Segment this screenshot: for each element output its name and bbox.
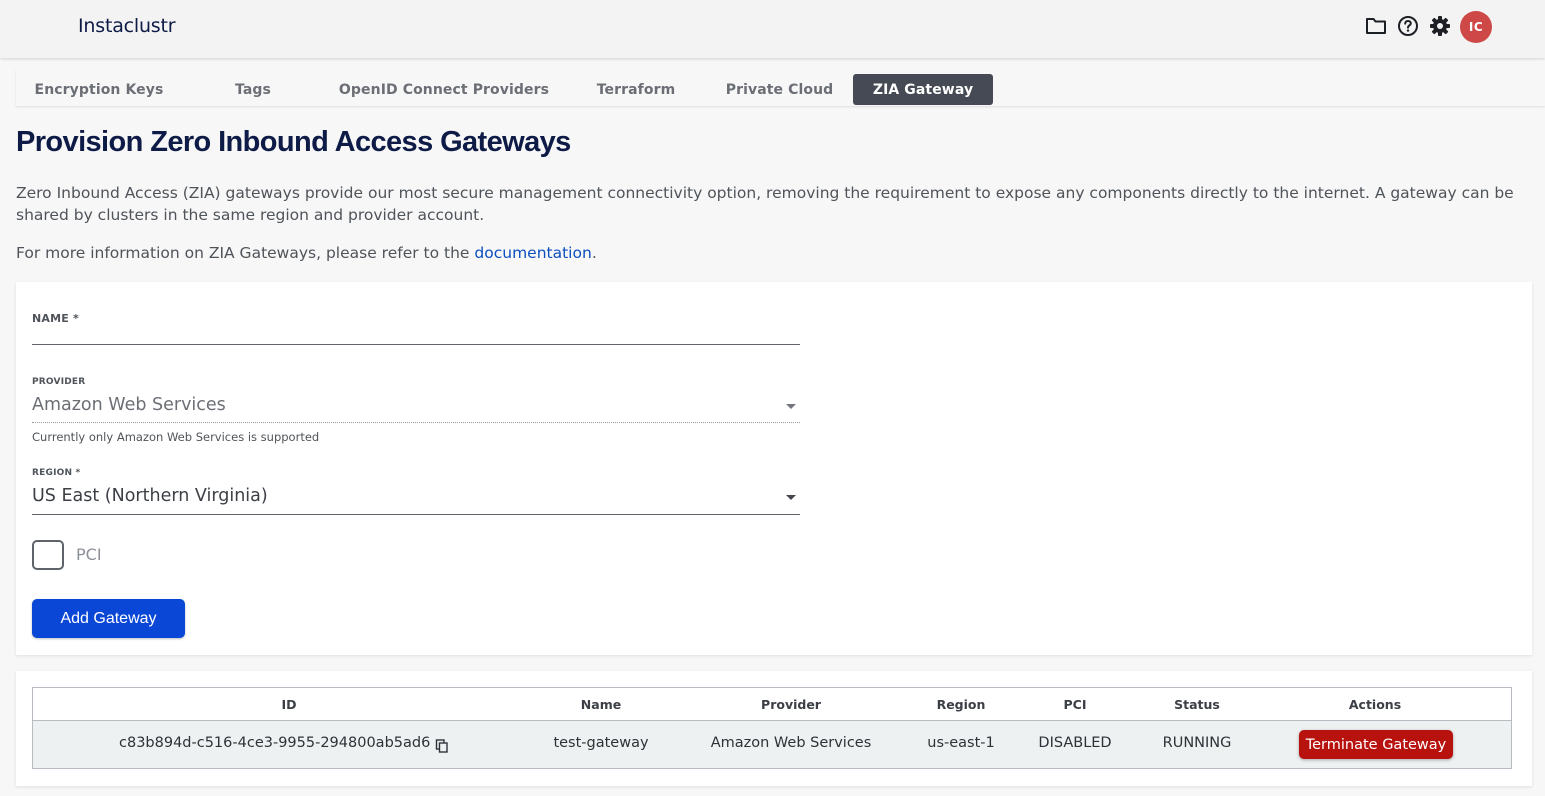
tab-private-cloud[interactable]: Private Cloud: [708, 74, 851, 105]
gateway-pci: DISABLED: [1038, 735, 1112, 751]
column-header-actions: Actions: [1348, 697, 1402, 712]
column-header-id: ID: [281, 697, 297, 712]
column-header-name: Name: [580, 697, 622, 712]
copy-icon[interactable]: [435, 738, 449, 753]
provider-select-underline: [32, 422, 800, 423]
gear-icon[interactable]: [1428, 14, 1452, 38]
avatar[interactable]: IC: [1460, 11, 1492, 43]
add-gateway-button[interactable]: Add Gateway: [32, 599, 185, 638]
column-header-region: Region: [936, 697, 986, 712]
provider-label: PROVIDER: [32, 377, 86, 387]
name-input-underline: [32, 344, 800, 345]
documentation-link[interactable]: documentation: [474, 244, 591, 262]
tab-encryption-keys[interactable]: Encryption Keys: [16, 74, 182, 105]
info-suffix: .: [591, 244, 597, 262]
gateway-provider: Amazon Web Services: [710, 735, 872, 751]
settings-tabs: Encryption Keys Tags OpenID Connect Prov…: [16, 69, 1545, 106]
provider-chevron-down-icon: [786, 404, 796, 409]
page-title: Provision Zero Inbound Access Gateways: [16, 126, 571, 158]
region-select[interactable]: US East (Northern Virginia): [32, 486, 268, 506]
name-input[interactable]: [32, 322, 800, 344]
info-text: For more information on ZIA Gateways, pl…: [16, 242, 597, 264]
tab-tags[interactable]: Tags: [182, 74, 324, 105]
terminate-gateway-button[interactable]: Terminate Gateway: [1299, 730, 1453, 759]
column-header-provider: Provider: [761, 697, 821, 712]
table-row: c83b894d-c516-4ce3-9955-294800ab5ad6 tes…: [33, 721, 1511, 768]
top-bar: Instaclustr IC: [0, 0, 1545, 58]
tab-zia-gateway[interactable]: ZIA Gateway: [853, 74, 993, 105]
provider-select: Amazon Web Services: [32, 395, 226, 415]
pci-checkbox-label[interactable]: PCI: [76, 545, 102, 564]
region-chevron-down-icon[interactable]: [786, 495, 796, 500]
help-icon[interactable]: [1396, 14, 1420, 38]
provider-helper-text: Currently only Amazon Web Services is su…: [32, 430, 320, 444]
pci-checkbox[interactable]: [32, 540, 64, 570]
region-select-underline: [32, 514, 800, 515]
folder-icon[interactable]: [1364, 14, 1388, 38]
gateway-id: c83b894d-c516-4ce3-9955-294800ab5ad6: [119, 735, 431, 751]
tab-openid-connect-providers[interactable]: OpenID Connect Providers: [324, 74, 564, 105]
column-header-status: Status: [1174, 697, 1220, 712]
tab-terraform[interactable]: Terraform: [564, 74, 708, 105]
brand-name[interactable]: Instaclustr: [78, 15, 176, 37]
gateways-table: ID Name Provider Region PCI Status Actio…: [32, 687, 1512, 769]
gateway-region: us-east-1: [927, 735, 995, 751]
table-header: ID Name Provider Region PCI Status Actio…: [33, 688, 1511, 721]
gateway-status: RUNNING: [1162, 735, 1232, 751]
intro-text: Zero Inbound Access (ZIA) gateways provi…: [16, 184, 1514, 224]
region-label: REGION *: [32, 468, 81, 478]
column-header-pci: PCI: [1063, 697, 1087, 712]
info-prefix: For more information on ZIA Gateways, pl…: [16, 244, 475, 262]
gateway-name: test-gateway: [553, 735, 649, 751]
